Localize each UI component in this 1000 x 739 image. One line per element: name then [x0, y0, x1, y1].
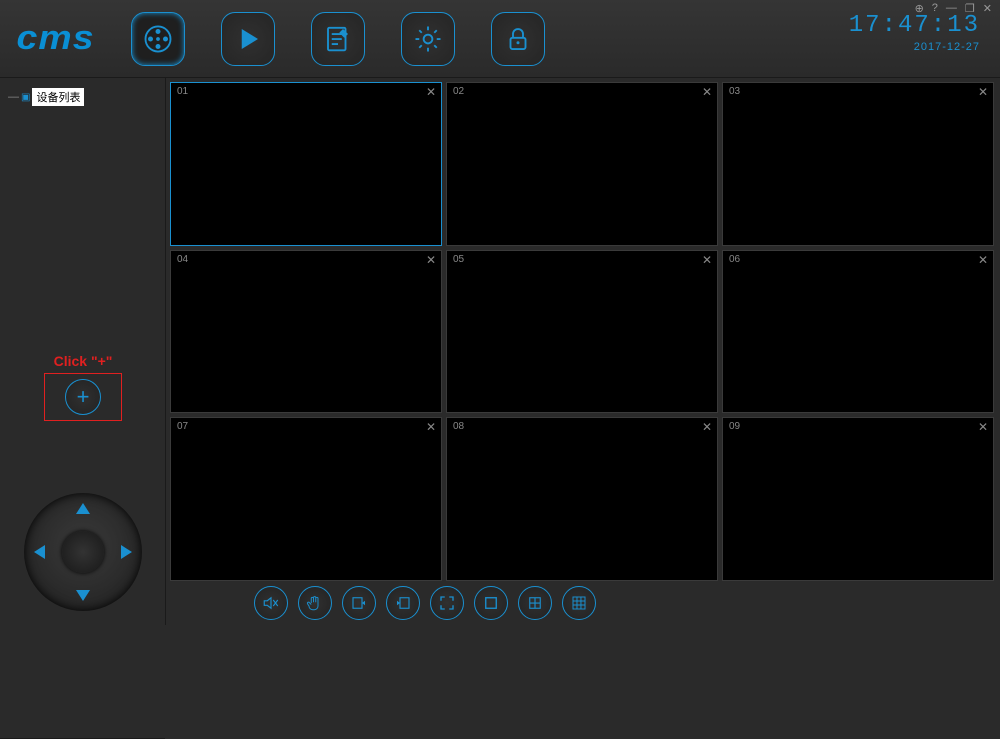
lock-button[interactable]: [491, 12, 545, 66]
channel-number: 01: [177, 86, 188, 97]
mute-icon: [262, 594, 280, 612]
mute-button[interactable]: [254, 586, 288, 620]
playback-button[interactable]: [221, 12, 275, 66]
channel-number: 09: [729, 421, 740, 432]
lock-icon: [503, 24, 533, 54]
film-reel-icon: [143, 24, 173, 54]
channel-close-button[interactable]: ✕: [426, 420, 436, 434]
video-cell-08[interactable]: 08 ✕: [446, 417, 718, 581]
popout-button[interactable]: ⊕: [913, 2, 926, 15]
ptz-left-button[interactable]: [34, 545, 45, 559]
close-window-button[interactable]: ✕: [981, 2, 994, 15]
channel-number: 05: [453, 254, 464, 265]
device-list-label: 设备列表: [32, 88, 84, 106]
layout-1x1-button[interactable]: [474, 586, 508, 620]
add-hint-text: Click "+": [44, 353, 122, 369]
hand-icon: [306, 594, 324, 612]
channel-number: 02: [453, 86, 464, 97]
minimize-button[interactable]: —: [944, 2, 959, 15]
ptz-center-button[interactable]: [62, 531, 104, 573]
channel-number: 06: [729, 254, 740, 265]
hand-tool-button[interactable]: [298, 586, 332, 620]
channel-number: 07: [177, 421, 188, 432]
fullscreen-button[interactable]: [430, 586, 464, 620]
gear-icon: [413, 24, 443, 54]
ptz-up-button[interactable]: [76, 503, 90, 514]
video-grid: 01 ✕ 02 ✕ 03 ✕ 04 ✕ 05 ✕ 06 ✕ 07 ✕ 08 ✕ 09 ✕: [166, 78, 1000, 581]
app-logo: cms: [16, 19, 94, 58]
channel-number: 08: [453, 421, 464, 432]
help-button[interactable]: ?: [930, 2, 940, 15]
tree-icon: ▣: [21, 92, 30, 103]
header-bar: cms 17:47:13 2017-12-27 ⊕ ? — ❐ ✕: [0, 0, 1000, 78]
device-tree: — ▣ 设备列表: [0, 78, 165, 358]
channel-close-button[interactable]: ✕: [978, 420, 988, 434]
channel-number: 03: [729, 86, 740, 97]
channel-number: 04: [177, 254, 188, 265]
layout-2x2-button[interactable]: [518, 586, 552, 620]
layout-3x3-button[interactable]: [562, 586, 596, 620]
video-cell-09[interactable]: 09 ✕: [722, 417, 994, 581]
settings-button[interactable]: [401, 12, 455, 66]
clock-time: 17:47:13: [849, 12, 980, 39]
video-cell-07[interactable]: 07 ✕: [170, 417, 442, 581]
fullscreen-icon: [438, 594, 456, 612]
channel-close-button[interactable]: ✕: [702, 85, 712, 99]
sidebar: — ▣ 设备列表 Click "+" +: [0, 78, 166, 625]
content-area: 01 ✕ 02 ✕ 03 ✕ 04 ✕ 05 ✕ 06 ✕ 07 ✕ 08 ✕ 09 ✕: [166, 78, 1000, 625]
grid-1-icon: [482, 594, 500, 612]
ptz-down-button[interactable]: [76, 590, 90, 601]
ptz-control: [24, 493, 142, 611]
clock-display: 17:47:13 2017-12-27: [849, 12, 980, 53]
add-device-callout: Click "+" +: [44, 353, 122, 421]
next-page-button[interactable]: [386, 586, 420, 620]
page-prev-icon: [350, 594, 368, 612]
channel-close-button[interactable]: ✕: [426, 85, 436, 99]
add-device-button[interactable]: +: [65, 379, 101, 415]
device-tree-root[interactable]: — ▣ 设备列表: [8, 88, 157, 106]
bottom-toolbar: [166, 581, 1000, 625]
add-hint-frame: +: [44, 373, 122, 421]
maximize-button[interactable]: ❐: [963, 2, 977, 15]
log-button[interactable]: [311, 12, 365, 66]
video-cell-05[interactable]: 05 ✕: [446, 250, 718, 414]
video-cell-06[interactable]: 06 ✕: [722, 250, 994, 414]
channel-close-button[interactable]: ✕: [702, 420, 712, 434]
clock-date: 2017-12-27: [849, 41, 980, 53]
video-cell-01[interactable]: 01 ✕: [170, 82, 442, 246]
channel-close-button[interactable]: ✕: [702, 253, 712, 267]
video-cell-02[interactable]: 02 ✕: [446, 82, 718, 246]
ptz-right-button[interactable]: [121, 545, 132, 559]
prev-page-button[interactable]: [342, 586, 376, 620]
channel-close-button[interactable]: ✕: [978, 253, 988, 267]
grid-4-icon: [526, 594, 544, 612]
video-cell-04[interactable]: 04 ✕: [170, 250, 442, 414]
channel-close-button[interactable]: ✕: [978, 85, 988, 99]
play-icon: [233, 24, 263, 54]
window-controls: ⊕ ? — ❐ ✕: [913, 2, 994, 15]
live-view-button[interactable]: [131, 12, 185, 66]
page-next-icon: [394, 594, 412, 612]
note-edit-icon: [323, 24, 353, 54]
video-cell-03[interactable]: 03 ✕: [722, 82, 994, 246]
grid-9-icon: [570, 594, 588, 612]
channel-close-button[interactable]: ✕: [426, 253, 436, 267]
